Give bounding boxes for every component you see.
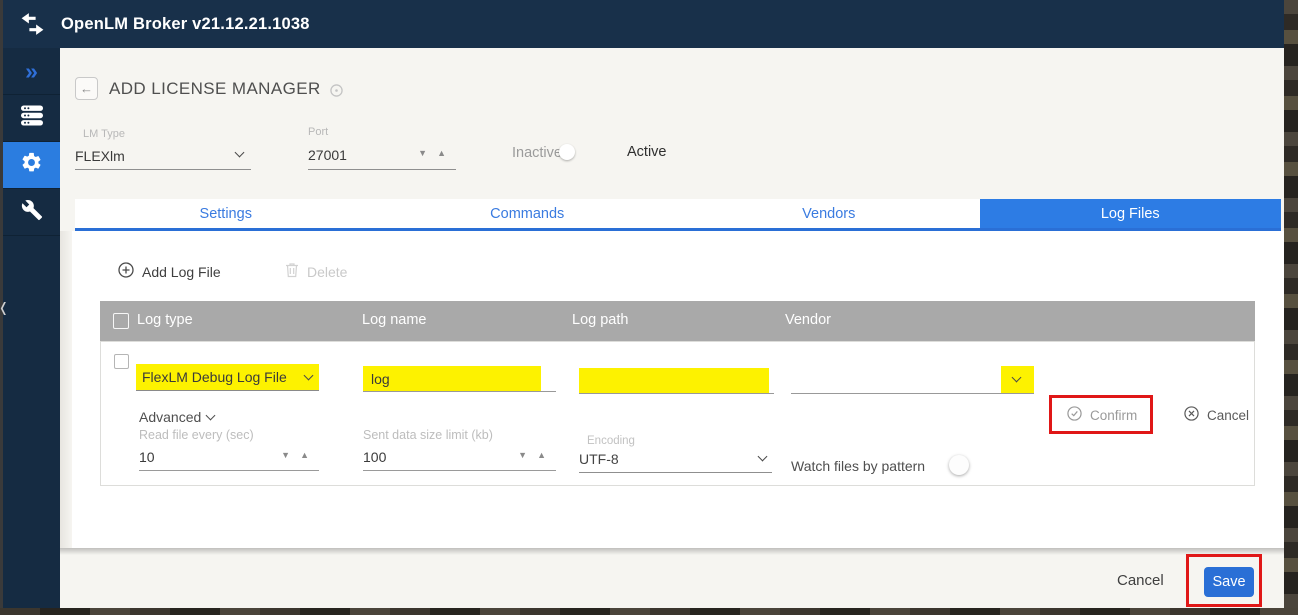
log-table-header: Log type Log name Log path Vendor [100, 301, 1255, 341]
footer-shadow [60, 548, 1284, 555]
advanced-toggle[interactable]: Advanced [139, 409, 214, 425]
vendor-select[interactable] [1001, 366, 1034, 393]
tools-icon [21, 199, 43, 226]
encoding-value: UTF-8 [579, 451, 619, 467]
add-log-file-button[interactable]: Add Log File [118, 262, 221, 281]
tab-bar: Settings Commands Vendors Log Files [75, 199, 1281, 231]
sidebar-item-tools[interactable] [3, 189, 60, 236]
column-log-type: Log type [137, 312, 193, 328]
sidebar-expand-button[interactable]: » [3, 48, 60, 95]
toggle-knob [949, 455, 969, 475]
circle-x-icon [1184, 406, 1199, 424]
column-log-name: Log name [362, 312, 427, 328]
footer-cancel-button[interactable]: Cancel [1117, 572, 1164, 589]
status-inactive-label: Inactive [512, 145, 562, 161]
gear-icon [20, 151, 43, 179]
port-field: Port ▼▲ [308, 126, 456, 170]
port-spinner[interactable]: ▼▲ [418, 148, 456, 158]
port-label: Port [308, 126, 456, 138]
log-path-input[interactable] [579, 368, 769, 393]
tab-log-files[interactable]: Log Files [980, 199, 1282, 228]
sidebar-item-settings[interactable] [3, 142, 60, 189]
read-file-every-spinner[interactable]: ▼▲ [281, 450, 319, 460]
sent-data-size-input[interactable] [363, 447, 463, 467]
confirm-annotation-box [1049, 395, 1153, 434]
circle-plus-icon [118, 262, 134, 281]
lm-type-label: LM Type [75, 128, 251, 140]
panel-collapse-handle[interactable]: ❬ [0, 300, 9, 316]
double-chevron-right-icon: » [25, 60, 38, 83]
info-icon[interactable] [330, 84, 343, 102]
row-checkbox[interactable] [114, 354, 129, 369]
openlm-logo-icon [19, 12, 46, 36]
toggle-knob [559, 144, 575, 160]
chevron-down-icon [758, 452, 768, 462]
trash-icon [285, 262, 299, 281]
desktop-edge-bottom [0, 608, 1298, 615]
encoding-field: Encoding UTF-8 [579, 435, 772, 473]
lm-type-select[interactable]: FLEXlm [75, 140, 251, 170]
footer-bar [60, 548, 1284, 608]
read-file-every-label: Read file every (sec) [139, 428, 319, 442]
save-annotation-box [1186, 554, 1262, 607]
tab-commands[interactable]: Commands [377, 199, 679, 228]
chevron-down-icon [304, 371, 314, 381]
page-title: ADD LICENSE MANAGER [109, 79, 321, 99]
sidebar: » [3, 48, 60, 608]
servers-icon [20, 105, 44, 131]
read-file-every-field: Read file every (sec) ▼▲ [139, 428, 319, 471]
back-arrow-icon: ← [80, 81, 93, 96]
log-file-row: FlexLM Debug Log File [100, 341, 1255, 486]
lm-type-value: FLEXlm [75, 148, 125, 164]
sidebar-item-license-servers[interactable] [3, 95, 60, 142]
log-name-input[interactable] [363, 366, 541, 391]
row-cancel-button[interactable]: Cancel [1184, 406, 1249, 424]
app-window: OpenLM Broker v21.12.21.1038 » [3, 0, 1284, 608]
back-button[interactable]: ← [75, 77, 98, 100]
sent-data-size-spinner[interactable]: ▼▲ [518, 450, 556, 460]
encoding-select[interactable]: UTF-8 [579, 447, 772, 473]
chevron-down-icon [206, 411, 216, 421]
tab-settings[interactable]: Settings [75, 199, 377, 228]
column-vendor: Vendor [785, 312, 831, 328]
log-type-value: FlexLM Debug Log File [142, 369, 287, 385]
tab-vendors[interactable]: Vendors [678, 199, 980, 228]
column-log-path: Log path [572, 312, 628, 328]
delete-button[interactable]: Delete [285, 262, 347, 281]
select-all-checkbox[interactable] [113, 313, 129, 329]
chevron-down-icon [235, 148, 245, 158]
screenshot-root: OpenLM Broker v21.12.21.1038 » [0, 0, 1298, 615]
chevron-down-icon [1012, 373, 1022, 383]
port-input[interactable] [308, 144, 398, 166]
card-edge-shadow [60, 231, 72, 548]
status-active-label: Active [627, 144, 667, 160]
sent-data-size-field: Sent data size limit (kb) ▼▲ [363, 428, 556, 471]
sent-data-size-label: Sent data size limit (kb) [363, 428, 556, 442]
lm-type-field: LM Type FLEXlm [75, 128, 251, 170]
encoding-label: Encoding [579, 435, 772, 447]
read-file-every-input[interactable] [139, 447, 239, 467]
watch-files-label: Watch files by pattern [791, 458, 925, 474]
desktop-edge-right [1284, 0, 1298, 615]
log-type-select[interactable]: FlexLM Debug Log File [136, 364, 319, 391]
app-title: OpenLM Broker v21.12.21.1038 [61, 15, 310, 34]
titlebar: OpenLM Broker v21.12.21.1038 [3, 0, 1284, 48]
